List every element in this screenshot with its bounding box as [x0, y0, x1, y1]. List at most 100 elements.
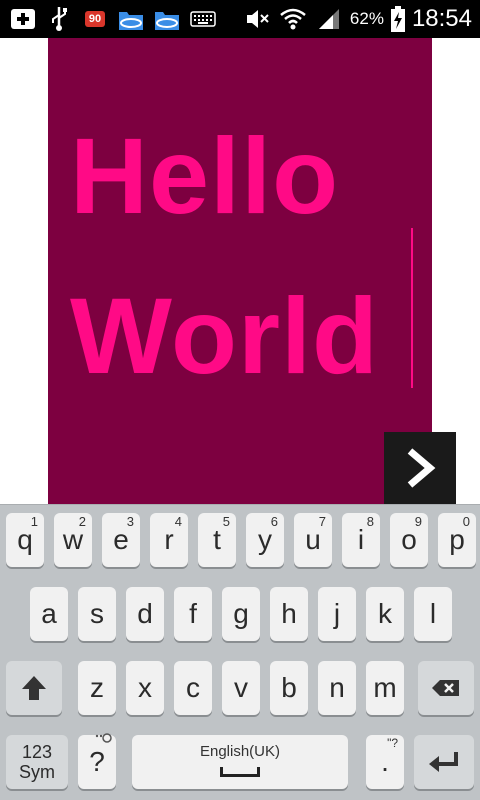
- enter-key[interactable]: [414, 735, 474, 789]
- key-label: k: [378, 598, 392, 629]
- key-f[interactable]: f: [174, 587, 212, 641]
- space-icon: [220, 767, 260, 777]
- key-label: g: [233, 598, 249, 629]
- key-t[interactable]: 5t: [198, 513, 236, 567]
- key-label: n: [329, 672, 345, 703]
- key-label: a: [41, 598, 57, 629]
- text-line-1: Hello: [70, 115, 340, 236]
- mute-icon: [242, 5, 272, 33]
- space-bar[interactable]: English(UK): [132, 735, 348, 789]
- key-i[interactable]: 8i: [342, 513, 380, 567]
- key-k[interactable]: k: [366, 587, 404, 641]
- key-label: d: [137, 598, 153, 629]
- key-label: c: [186, 672, 200, 703]
- key-h[interactable]: h: [270, 587, 308, 641]
- key-c[interactable]: c: [174, 661, 212, 715]
- settings-icon: [95, 733, 112, 743]
- notification-badge-icon: 90: [80, 5, 110, 33]
- es-file-explorer-icon: [152, 5, 182, 33]
- soft-keyboard: 1q 2w 3e 4r 5t 6y 7u 8i 9o 0p a s d f g …: [0, 504, 480, 800]
- shift-key[interactable]: [6, 661, 62, 715]
- key-y[interactable]: 6y: [246, 513, 284, 567]
- battery-charging-icon: [390, 5, 406, 33]
- key-label: z: [90, 672, 104, 703]
- key-l[interactable]: l: [414, 587, 452, 641]
- text-canvas[interactable]: Hello World: [48, 38, 432, 504]
- key-r[interactable]: 4r: [150, 513, 188, 567]
- key-hint: 9: [414, 514, 422, 529]
- es-file-explorer-icon: [116, 5, 146, 33]
- key-b[interactable]: b: [270, 661, 308, 715]
- question-key[interactable]: ?: [78, 733, 116, 789]
- shift-icon: [22, 676, 46, 700]
- key-label: r: [164, 524, 174, 555]
- key-hint: 0: [462, 514, 470, 529]
- key-label: f: [189, 598, 197, 629]
- battery-percent: 62%: [349, 9, 384, 28]
- canvas-text[interactable]: Hello World: [70, 96, 420, 416]
- key-u[interactable]: 7u: [294, 513, 332, 567]
- enter-icon: [429, 752, 458, 772]
- key-p[interactable]: 0p: [438, 513, 476, 567]
- key-hint: 3: [126, 514, 134, 529]
- symbols-key[interactable]: 123 Sym: [6, 735, 68, 789]
- signal-icon: [314, 5, 344, 33]
- keyboard-icon: [188, 5, 218, 33]
- status-bar: 90 62% 18:54: [0, 0, 480, 38]
- key-d[interactable]: d: [126, 587, 164, 641]
- key-a[interactable]: a: [30, 587, 68, 641]
- key-label: i: [357, 524, 365, 555]
- key-label: w: [62, 524, 84, 555]
- symbols-line-1: 123: [21, 742, 53, 762]
- key-label: s: [90, 598, 104, 629]
- key-s[interactable]: s: [78, 587, 116, 641]
- key-label: m: [373, 672, 397, 703]
- key-label: y: [258, 524, 272, 555]
- text-line-2: World: [70, 275, 379, 396]
- key-hint: 4: [174, 514, 182, 529]
- key-w[interactable]: 2w: [54, 513, 92, 567]
- period-key[interactable]: "? .: [366, 735, 404, 789]
- text-cursor: [411, 228, 413, 388]
- backspace-icon: [432, 680, 459, 696]
- symbols-key-label: 123 Sym: [19, 742, 55, 782]
- symbols-line-2: Sym: [19, 762, 55, 782]
- usb-icon: [44, 5, 74, 33]
- key-hint: 1: [30, 514, 38, 529]
- key-label: p: [449, 524, 465, 555]
- key-label: j: [333, 598, 341, 629]
- system-status: 62% 18:54: [242, 0, 472, 38]
- notification-icons: 90: [8, 4, 218, 34]
- key-hint: 2: [78, 514, 86, 529]
- key-v[interactable]: v: [222, 661, 260, 715]
- period-key-hint: "?: [387, 736, 398, 750]
- key-o[interactable]: 9o: [390, 513, 428, 567]
- key-g[interactable]: g: [222, 587, 260, 641]
- backspace-key[interactable]: [418, 661, 474, 715]
- key-label: x: [138, 672, 152, 703]
- clock: 18:54: [411, 5, 472, 32]
- key-label: v: [234, 672, 248, 703]
- key-label: h: [281, 598, 297, 629]
- key-hint: 8: [366, 514, 374, 529]
- key-n[interactable]: n: [318, 661, 356, 715]
- key-q[interactable]: 1q: [6, 513, 44, 567]
- key-hint: 6: [270, 514, 278, 529]
- chevron-right-icon: [407, 448, 436, 488]
- next-button[interactable]: [384, 432, 456, 504]
- key-label: .: [381, 746, 389, 777]
- key-label: e: [113, 524, 129, 555]
- question-key-hint: [94, 733, 112, 748]
- key-e[interactable]: 3e: [102, 513, 140, 567]
- key-x[interactable]: x: [126, 661, 164, 715]
- key-hint: 5: [222, 514, 230, 529]
- key-hint: 7: [318, 514, 326, 529]
- key-m[interactable]: m: [366, 661, 404, 715]
- key-label: u: [305, 524, 321, 555]
- key-label: q: [17, 524, 33, 555]
- key-label: ?: [89, 746, 105, 777]
- key-z[interactable]: z: [78, 661, 116, 715]
- key-j[interactable]: j: [318, 587, 356, 641]
- key-label: l: [429, 598, 437, 629]
- language-label: English(UK): [199, 743, 281, 760]
